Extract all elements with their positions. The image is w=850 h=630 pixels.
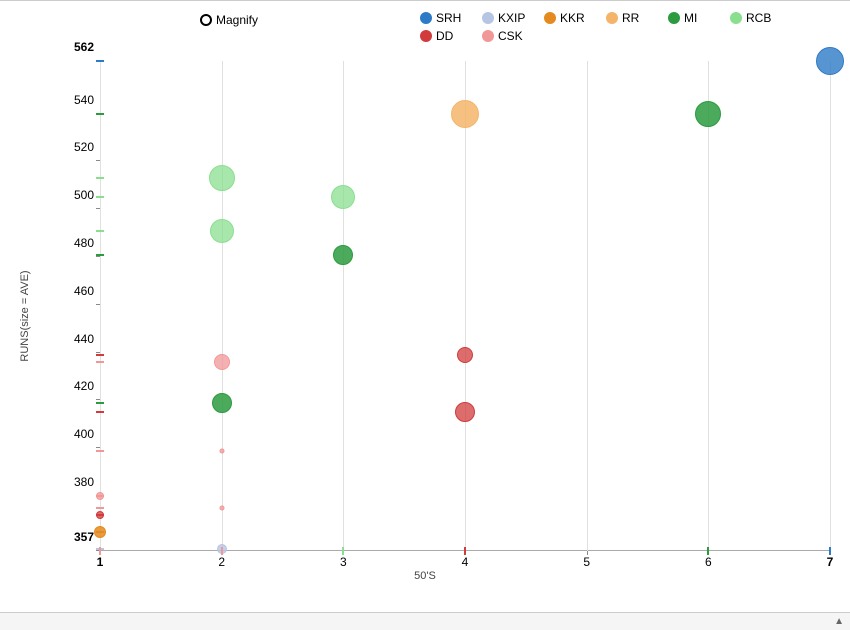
legend-item-mi[interactable]: MI <box>668 11 716 25</box>
gridline-v <box>830 61 831 551</box>
gridline-v <box>587 61 588 551</box>
y-tick-mark <box>96 399 100 400</box>
x-rug-mark <box>342 547 344 555</box>
legend-label: RCB <box>746 11 771 25</box>
y-tick-mark <box>96 447 100 448</box>
y-tick-label: 520 <box>74 140 100 154</box>
legend-item-dd[interactable]: DD <box>420 29 468 43</box>
gridline-v <box>100 61 101 551</box>
legend-item-kxip[interactable]: KXIP <box>482 11 530 25</box>
data-point-mi[interactable] <box>333 245 353 265</box>
legend-item-srh[interactable]: SRH <box>420 11 468 25</box>
x-rug-mark <box>221 547 223 555</box>
y-tick-mark <box>96 352 100 353</box>
legend-dot-icon <box>482 30 494 42</box>
y-rug-mark <box>96 230 104 232</box>
x-rug-mark <box>829 547 831 555</box>
legend-dot-icon <box>420 30 432 42</box>
legend-label: KKR <box>560 11 585 25</box>
y-tick-mark <box>96 304 100 305</box>
chart-container: Magnify SRH KXIP KKR RR MI RCB DD CSK RUNS(size… <box>0 0 850 630</box>
legend-dot-icon <box>420 12 432 24</box>
legend-label: CSK <box>498 29 523 43</box>
legend-item-rcb[interactable]: RCB <box>730 11 778 25</box>
legend-row: Magnify SRH KXIP KKR RR MI RCB DD CSK <box>0 9 850 51</box>
y-rug-mark <box>96 113 104 115</box>
gridline-v <box>708 61 709 551</box>
y-rug-mark <box>96 507 104 509</box>
series-legend: SRH KXIP KKR RR MI RCB DD CSK <box>420 11 820 43</box>
data-point-mi[interactable] <box>212 393 232 413</box>
gridline-v <box>465 61 466 551</box>
y-tick-mark <box>96 208 100 209</box>
x-rug-mark <box>99 547 101 555</box>
data-point-rcb[interactable] <box>209 165 235 191</box>
x-axis-label: 50'S <box>414 570 436 582</box>
y-rug-mark <box>96 531 104 533</box>
legend-label: RR <box>622 11 639 25</box>
data-point-srh[interactable] <box>816 47 844 75</box>
plot-area[interactable]: 1234567357380400420440460480500520540562 <box>100 61 830 551</box>
y-tick-label: 480 <box>74 236 100 250</box>
y-tick-label: 380 <box>74 475 100 489</box>
magnify-circle-icon <box>200 14 212 26</box>
data-point-rcb[interactable] <box>331 185 355 209</box>
y-rug-mark <box>96 450 104 452</box>
data-point-rcb[interactable] <box>210 219 234 243</box>
data-point-csk[interactable] <box>219 505 224 510</box>
y-tick-label: 540 <box>74 93 100 107</box>
legend-item-csk[interactable]: CSK <box>482 29 530 43</box>
y-tick-mark <box>96 256 100 257</box>
legend-label: SRH <box>436 11 461 25</box>
scroll-up-icon[interactable]: ▲ <box>834 616 844 627</box>
magnify-legend-item[interactable]: Magnify <box>200 13 258 27</box>
y-tick-label: 562 <box>74 40 100 54</box>
y-rug-mark <box>96 60 104 62</box>
data-point-dd[interactable] <box>455 402 475 422</box>
y-rug-mark <box>96 411 104 413</box>
y-rug-mark <box>96 196 104 198</box>
legend-item-rr[interactable]: RR <box>606 11 654 25</box>
y-rug-mark <box>96 177 104 179</box>
legend-label: DD <box>436 29 453 43</box>
x-rug-mark <box>707 547 709 555</box>
y-axis-label: RUNS(size = AVE) <box>19 270 31 361</box>
legend-dot-icon <box>606 12 618 24</box>
legend-dot-icon <box>668 12 680 24</box>
data-point-csk[interactable] <box>214 354 230 370</box>
y-tick-label: 500 <box>74 188 100 202</box>
legend-label: KXIP <box>498 11 525 25</box>
legend-dot-icon <box>730 12 742 24</box>
y-rug-mark <box>96 514 104 516</box>
y-tick-mark <box>96 160 100 161</box>
y-rug-mark <box>96 495 104 497</box>
legend-item-kkr[interactable]: KKR <box>544 11 592 25</box>
y-rug-mark <box>96 354 104 356</box>
y-tick-label: 460 <box>74 284 100 298</box>
y-rug-mark <box>96 402 104 404</box>
x-tick-label: 5 <box>583 551 590 569</box>
y-tick-label: 440 <box>74 332 100 346</box>
y-rug-mark <box>96 254 104 256</box>
gridline-v <box>222 61 223 551</box>
data-point-mi[interactable] <box>695 101 721 127</box>
data-point-rr[interactable] <box>451 100 479 128</box>
gridline-v <box>343 61 344 551</box>
magnify-label: Magnify <box>216 13 258 27</box>
legend-label: MI <box>684 11 697 25</box>
footer-bar: ▲ <box>0 612 850 630</box>
x-rug-mark <box>464 547 466 555</box>
legend-dot-icon <box>544 12 556 24</box>
y-rug-mark <box>96 361 104 363</box>
legend-dot-icon <box>482 12 494 24</box>
data-point-csk[interactable] <box>219 448 224 453</box>
data-point-dd[interactable] <box>457 347 473 363</box>
y-tick-label: 400 <box>74 427 100 441</box>
y-tick-label: 420 <box>74 379 100 393</box>
